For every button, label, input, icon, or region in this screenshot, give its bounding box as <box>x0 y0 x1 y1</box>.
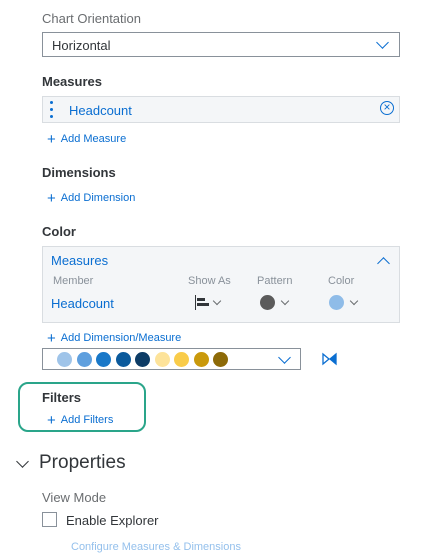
palette-color-dot <box>193 352 209 367</box>
chevron-down-icon <box>278 351 291 364</box>
add-dimension-label: Add Dimension <box>60 192 136 204</box>
add-measure-label: Add Measure <box>60 133 127 145</box>
dimensions-heading: Dimensions <box>42 165 116 180</box>
color-heading: Color <box>42 224 76 239</box>
remove-circle-icon[interactable]: × <box>380 101 394 115</box>
add-measure-link[interactable]: + Add Measure <box>47 130 127 148</box>
properties-toggle[interactable]: Properties <box>16 452 126 474</box>
palette-color-dot <box>96 352 111 367</box>
add-dimension-measure-link[interactable]: + Add Dimension/Measure <box>47 329 182 347</box>
chevron-down-icon <box>349 296 359 306</box>
palette-color-dot <box>174 352 189 367</box>
palette-color-dot <box>135 352 150 367</box>
bar-chart-icon <box>195 295 196 310</box>
row-member: Headcount <box>51 296 114 311</box>
color-swatch <box>329 295 344 310</box>
palette-color-dot <box>76 352 92 367</box>
column-member: Member <box>53 275 94 287</box>
column-pattern: Pattern <box>257 275 293 287</box>
measure-token[interactable]: Headcount × <box>42 96 400 123</box>
color-panel: Measures Member Show As Pattern Color He… <box>42 246 400 323</box>
palette-color-dot <box>154 352 170 367</box>
show-as-dropdown[interactable] <box>195 295 223 311</box>
palette-color-dot <box>57 352 72 367</box>
pattern-swatch <box>260 295 275 310</box>
add-dimension-link[interactable]: + Add Dimension <box>47 189 136 207</box>
chevron-down-icon <box>280 296 290 306</box>
plus-icon: + <box>47 130 56 148</box>
enable-explorer-checkbox[interactable] <box>42 512 57 527</box>
plus-icon: + <box>47 411 56 429</box>
measure-item-label: Headcount <box>69 103 132 118</box>
drag-handle-icon[interactable] <box>50 101 53 118</box>
column-color: Color <box>328 275 355 287</box>
chevron-down-icon <box>376 36 389 49</box>
filters-heading: Filters <box>42 390 82 405</box>
chart-orientation-label: Chart Orientation <box>42 11 141 26</box>
color-panel-title: Measures <box>51 253 109 268</box>
enable-explorer-label: Enable Explorer <box>66 513 159 528</box>
add-dimension-measure-label: Add Dimension/Measure <box>60 332 182 344</box>
measures-heading: Measures <box>42 74 102 89</box>
palette-select[interactable] <box>42 348 301 370</box>
chart-orientation-value: Horizontal <box>52 38 111 53</box>
configure-link[interactable]: Configure Measures & Dimensions <box>71 541 241 553</box>
plus-icon: + <box>47 189 56 207</box>
palette-swatches <box>57 352 228 367</box>
plus-icon: + <box>47 329 56 347</box>
bar-chart-icon-bar <box>197 298 205 301</box>
pattern-dropdown[interactable] <box>260 295 294 311</box>
chevron-down-icon <box>212 296 222 306</box>
palette-color-dot <box>115 352 131 367</box>
color-dropdown[interactable] <box>329 295 363 311</box>
chevron-down-icon <box>16 454 29 468</box>
palette-color-dot <box>213 352 228 367</box>
view-mode-label: View Mode <box>42 490 107 505</box>
properties-heading: Properties <box>39 452 126 473</box>
chevron-up-icon[interactable] <box>377 257 390 270</box>
bar-chart-icon-bar <box>197 303 209 306</box>
chart-orientation-select[interactable]: Horizontal <box>42 32 400 57</box>
column-show-as: Show As <box>188 275 231 287</box>
add-filters-label: Add Filters <box>60 414 114 426</box>
add-filters-link[interactable]: + Add Filters <box>47 411 114 429</box>
swap-colors-icon[interactable] <box>321 352 339 366</box>
